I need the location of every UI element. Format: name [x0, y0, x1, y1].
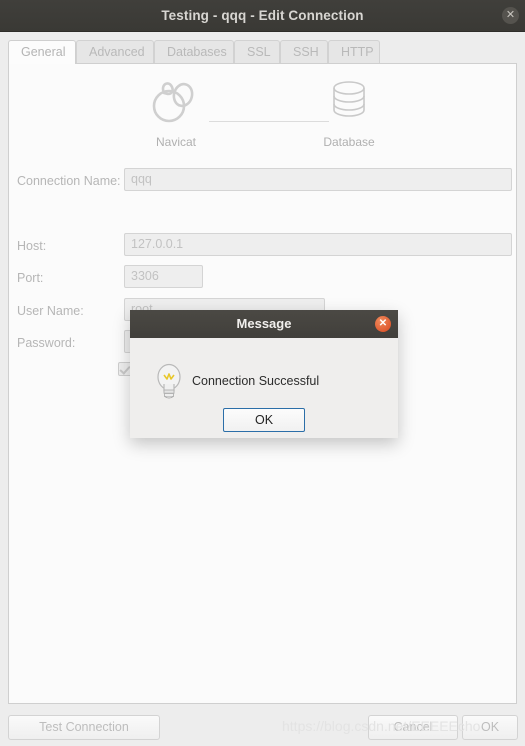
- dialog-body: Connection Successful OK: [130, 338, 398, 438]
- window-close-icon[interactable]: ✕: [502, 7, 519, 24]
- tab-strip: General Advanced Databases SSL SSH HTTP: [0, 32, 525, 64]
- cancel-button[interactable]: Cancel: [368, 715, 458, 740]
- label-password: Password:: [17, 336, 76, 350]
- label-host: Host:: [17, 239, 47, 253]
- tab-databases[interactable]: Databases: [154, 40, 234, 64]
- message-dialog: Message ✕ Connection Successful OK: [130, 310, 398, 438]
- navicat-block: Navicat: [121, 78, 231, 149]
- tab-ssl[interactable]: SSL: [234, 40, 280, 64]
- test-connection-button[interactable]: Test Connection: [8, 715, 160, 740]
- tab-general[interactable]: General: [8, 40, 76, 64]
- dialog-title: Message: [236, 316, 292, 331]
- database-cylinder-icon: [333, 81, 365, 117]
- navicat-logo-icon: [152, 82, 194, 123]
- tab-advanced[interactable]: Advanced: [76, 40, 154, 64]
- window-titlebar: Testing - qqq - Edit Connection ✕: [0, 0, 525, 32]
- dialog-message-text: Connection Successful: [192, 374, 320, 388]
- connection-diagram: Navicat Database: [9, 78, 516, 160]
- dialog-titlebar: Message ✕: [130, 310, 398, 338]
- connection-name-input[interactable]: qqq: [124, 168, 512, 191]
- window-title: Testing - qqq - Edit Connection: [161, 8, 364, 23]
- port-input[interactable]: 3306: [124, 265, 203, 288]
- navicat-caption: Navicat: [155, 135, 196, 149]
- ok-button[interactable]: OK: [462, 715, 518, 740]
- tab-http[interactable]: HTTP: [328, 40, 380, 64]
- database-caption: Database: [323, 135, 375, 149]
- label-user-name: User Name:: [17, 304, 84, 318]
- label-connection-name: Connection Name:: [17, 174, 121, 188]
- label-port: Port:: [17, 271, 44, 285]
- edit-connection-window: Testing - qqq - Edit Connection ✕ Genera…: [0, 0, 525, 746]
- database-block: Database: [294, 78, 404, 149]
- dialog-ok-button[interactable]: OK: [223, 408, 305, 432]
- dialog-close-icon[interactable]: ✕: [375, 316, 391, 332]
- host-input[interactable]: 127.0.0.1: [124, 233, 512, 256]
- lightbulb-icon: [157, 363, 181, 399]
- tab-ssh[interactable]: SSH: [280, 40, 328, 64]
